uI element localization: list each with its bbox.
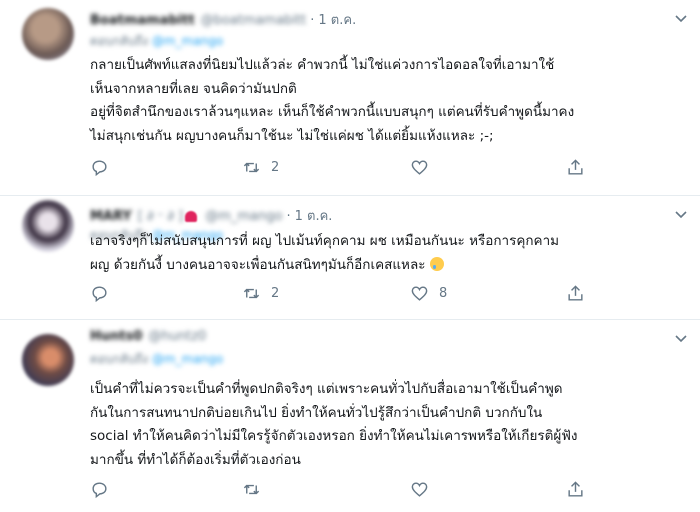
share-icon <box>568 481 583 497</box>
tweet-line: เป็นคำที่ไม่ควรจะเป็นคำที่พูดปกติจริงๆ แ… <box>90 381 563 397</box>
heart-icon <box>411 482 428 497</box>
action-bar <box>90 480 610 499</box>
user-handle[interactable]: @boatmamabitt <box>201 13 307 28</box>
retweet-button[interactable] <box>242 480 271 499</box>
reply-button[interactable] <box>90 480 119 499</box>
reply-tweet[interactable]: Hunts0 @huntz0 ตอบกลับถึง @m_mango เป็นคำ… <box>0 320 700 512</box>
heart-emoji-icon <box>185 211 198 222</box>
retweet-icon <box>243 484 260 495</box>
timestamp[interactable]: 1 ต.ค. <box>318 13 356 28</box>
reply-button[interactable] <box>90 284 119 303</box>
reply-icon <box>92 286 107 303</box>
tweet-header: Boatmamabitt @boatmamabitt · 1 ต.ค. <box>90 9 356 28</box>
tweet-line: ผญ ด้วยกันงี้ บางคนอาจจะเพื่อนกันสนิทๆมั… <box>90 256 426 273</box>
mention-link[interactable]: @m_mango <box>152 34 223 48</box>
tweet-line: เห็นจากหลายที่เลย จนคิดว่ามันปกติ <box>90 80 297 97</box>
retweet-count: 2 <box>271 286 280 301</box>
share-button[interactable] <box>566 480 585 499</box>
tweet-text: เป็นคำที่ไม่ควรจะเป็นคำที่พูดปกติจริงๆ แ… <box>90 378 690 472</box>
name-decoration: [ ∂ ᵕ ∂ ] <box>137 209 184 224</box>
chevron-down-icon[interactable] <box>674 14 688 24</box>
replying-to-label: ตอบกลับถึง <box>90 352 148 366</box>
tweet-text: เอาจริงๆก็ไม่สนับสนุนการที่ ผญ ไปเม้นท์ค… <box>90 230 690 277</box>
replying-to-label: ตอบกลับถึง <box>90 34 148 48</box>
reply-icon <box>92 160 107 177</box>
replying-to: ตอบกลับถึง @m_mango <box>90 350 223 369</box>
reply-tweet[interactable]: Boatmamabitt @boatmamabitt · 1 ต.ค. ตอบกลับ… <box>0 0 700 196</box>
retweet-icon <box>243 288 260 299</box>
reply-tweet[interactable]: MARY[ ∂ ᵕ ∂ ] @m_mango · 1 ต.ค. ตอบกลับถึง … <box>0 196 700 320</box>
retweet-icon <box>243 162 260 173</box>
heart-icon <box>411 286 428 301</box>
tweet-line: อยู่ที่จิตสำนึกของเราล้วนๆแหละ เห็นก็ใช้… <box>90 104 575 120</box>
display-name[interactable]: Boatmamabitt <box>90 13 195 28</box>
user-handle[interactable]: @huntz0 <box>148 329 206 344</box>
tweet-text: กลายเป็นศัพท์แสลงที่นิยมไปแล้วล่ะ คำพวกน… <box>90 54 690 148</box>
tweet-line: กลายเป็นศัพท์แสลงที่นิยมไปแล้วล่ะ คำพวกน… <box>90 57 555 73</box>
reply-thread: Boatmamabitt @boatmamabitt · 1 ต.ค. ตอบกลับ… <box>0 0 700 512</box>
reply-icon <box>92 482 107 499</box>
heart-icon <box>411 160 428 175</box>
timestamp[interactable]: 1 ต.ค. <box>295 209 333 224</box>
action-bar: 2 <box>90 158 610 177</box>
avatar[interactable] <box>22 8 74 60</box>
share-icon <box>568 285 583 301</box>
like-button[interactable] <box>410 158 439 177</box>
avatar[interactable] <box>22 334 74 386</box>
display-name[interactable]: Hunts0 <box>90 329 142 344</box>
separator-dot: · <box>286 209 291 224</box>
tweet-line: มากขึ้น ที่ทำได้ก็ต้องเริ่มที่ตัวเองก่อน <box>90 451 301 468</box>
crying-face-emoji-icon <box>429 256 444 271</box>
share-button[interactable] <box>566 284 585 303</box>
chevron-down-icon[interactable] <box>674 334 688 344</box>
tweet-header: MARY [ ∂ ᵕ ∂ ] @m_mango · 1 ต.ค. <box>90 205 333 224</box>
tweet-header: Hunts0 @huntz0 <box>90 329 206 347</box>
avatar[interactable] <box>22 200 74 252</box>
share-button[interactable] <box>566 158 585 177</box>
like-count: 8 <box>439 286 448 301</box>
separator-dot: · <box>310 13 315 28</box>
retweet-button[interactable]: 2 <box>242 158 279 177</box>
chevron-down-icon[interactable] <box>674 210 688 220</box>
tweet-line: กันในการสนทนาปกติบ่อยเกินไป ยิ่งทำให้คนท… <box>90 404 543 421</box>
tweet-line: social ทำให้คนคิดว่าไม่มีใครรู้จักตัวเอง… <box>90 428 578 444</box>
retweet-button[interactable]: 2 <box>242 284 279 303</box>
like-button[interactable]: 8 <box>410 284 447 303</box>
share-icon <box>568 159 583 175</box>
tweet-line: เอาจริงๆก็ไม่สนับสนุนการที่ ผญ ไปเม้นท์ค… <box>90 233 560 249</box>
replying-to: ตอบกลับถึง @m_mango <box>90 32 223 51</box>
display-name[interactable]: MARY <box>90 209 132 224</box>
tweet-line: ไม่สนุกเช่นกัน ผญบางคนก็มาใช้นะ ไม่ใช่แค… <box>90 127 494 144</box>
reply-button[interactable] <box>90 158 119 177</box>
action-bar: 2 8 <box>90 284 610 303</box>
like-button[interactable] <box>410 480 439 499</box>
retweet-count: 2 <box>271 160 280 175</box>
user-handle[interactable]: @m_mango <box>205 209 282 224</box>
mention-link[interactable]: @m_mango <box>152 352 223 366</box>
